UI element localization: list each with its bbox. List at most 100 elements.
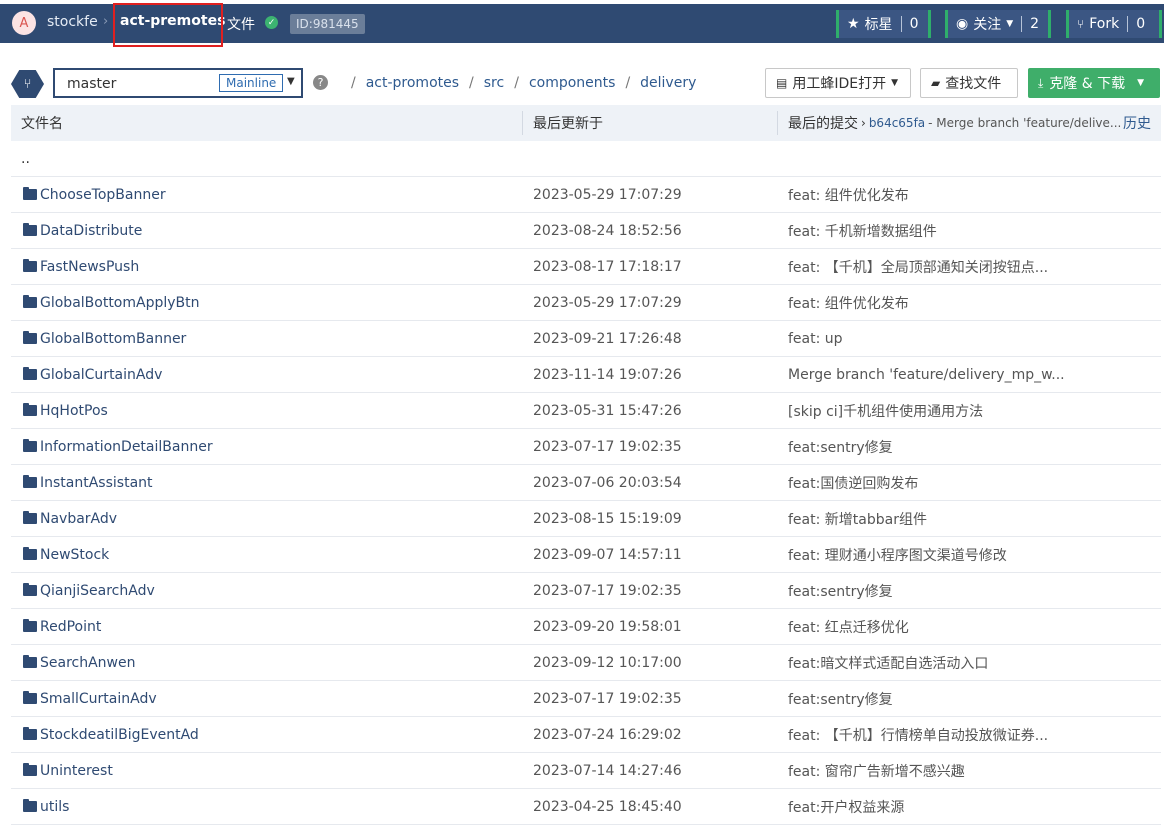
commit-message-link[interactable]: feat: 组件优化发布 xyxy=(788,293,909,313)
table-row[interactable]: ChooseTopBanner 2023-05-29 17:07:29 feat: … xyxy=(11,177,1161,213)
breadcrumb-section[interactable]: 文件 xyxy=(227,14,255,34)
commit-message-link[interactable]: feat: 组件优化发布 xyxy=(788,185,909,205)
folder-name-link[interactable]: InformationDetailBanner xyxy=(40,439,213,455)
find-file-button[interactable]: ▰ 查找文件 xyxy=(920,68,1018,98)
folder-name-link[interactable]: SearchAnwen xyxy=(40,655,135,671)
table-row[interactable]: GlobalBottomBanner 2023-09-21 17:26:48 fea… xyxy=(11,321,1161,357)
commit-message-link[interactable]: feat: 窗帘广告新增不感兴趣 xyxy=(788,761,965,781)
open-in-ide-button[interactable]: ▤ 用工蜂IDE打开 ▼ xyxy=(765,68,911,98)
table-row[interactable]: Uninterest 2023-07-14 14:27:46 feat: 窗帘广告新… xyxy=(11,753,1161,789)
commit-message-link[interactable]: feat:国债逆回购发布 xyxy=(788,473,918,493)
fork-count[interactable]: 0 xyxy=(1128,16,1153,32)
clone-download-button[interactable]: ⤓ 克隆 & 下载 ▼ xyxy=(1028,68,1160,98)
path-segment-src[interactable]: src xyxy=(484,75,504,91)
top-header: A stockfe › act-premotes 文件 ✓ ID:981445 … xyxy=(0,4,1164,43)
chevron-down-icon: ▼ xyxy=(1006,19,1014,29)
breadcrumb-repo[interactable]: act-premotes xyxy=(120,13,225,29)
folder-name-link[interactable]: InstantAssistant xyxy=(40,475,153,491)
star-button[interactable]: ★ 标星 0 xyxy=(836,10,931,38)
folder-name-link[interactable]: HqHotPos xyxy=(40,403,108,419)
parent-directory-link[interactable]: .. xyxy=(21,151,30,167)
table-row[interactable]: InstantAssistant 2023-07-06 20:03:54 feat:… xyxy=(11,465,1161,501)
last-updated: 2023-07-06 20:03:54 xyxy=(533,474,682,491)
folder-name-link[interactable]: GlobalBottomApplyBtn xyxy=(40,295,200,311)
project-avatar[interactable]: A xyxy=(12,11,36,35)
folder-icon xyxy=(23,367,37,380)
column-header-updated: 最后更新于 xyxy=(533,116,603,132)
commit-message-link[interactable]: Merge branch 'feature/delivery_mp_w... xyxy=(788,367,1065,383)
watch-button[interactable]: ◉ 关注 ▼ 2 xyxy=(945,10,1051,38)
table-row[interactable]: HqHotPos 2023-05-31 15:47:26 [skip ci]千机组件… xyxy=(11,393,1161,429)
branch-icon: ⑂ xyxy=(11,70,44,98)
folder-name-link[interactable]: Uninterest xyxy=(40,763,113,779)
path-segment-repo[interactable]: act-promotes xyxy=(366,75,459,91)
folder-name-link[interactable]: SmallCurtainAdv xyxy=(40,691,157,707)
open-in-ide-label: 用工蜂IDE打开 xyxy=(792,76,887,92)
help-icon[interactable]: ? xyxy=(313,75,328,90)
path-segment-components[interactable]: components xyxy=(529,75,616,91)
table-row[interactable]: GlobalCurtainAdv 2023-11-14 19:07:26 Merge… xyxy=(11,357,1161,393)
folder-icon xyxy=(23,619,37,632)
branch-selector[interactable]: master Mainline ▼ xyxy=(53,68,303,98)
commit-message-link[interactable]: feat:暗文样式适配自选活动入口 xyxy=(788,653,988,673)
last-updated: 2023-05-31 15:47:26 xyxy=(533,402,682,419)
folder-icon xyxy=(23,511,37,524)
find-file-label: 查找文件 xyxy=(945,76,1002,92)
table-row[interactable]: utils 2023-04-25 18:45:40 feat:开户权益来源 xyxy=(11,789,1161,825)
table-row[interactable]: InformationDetailBanner 2023-07-17 19:02:… xyxy=(11,429,1161,465)
commit-message-link[interactable]: feat:sentry修复 xyxy=(788,581,893,601)
commit-message-link[interactable]: [skip ci]千机组件使用通用方法 xyxy=(788,401,983,421)
folder-name-link[interactable]: QianjiSearchAdv xyxy=(40,583,155,599)
commit-message-link[interactable]: feat: 【千机】行情榜单自动投放微证券... xyxy=(788,725,1048,745)
folder-icon xyxy=(23,799,37,812)
mainline-badge: Mainline xyxy=(219,74,284,92)
folder-icon xyxy=(23,259,37,272)
table-row[interactable]: NewStock 2023-09-07 14:57:11 feat: 理财通小程序图… xyxy=(11,537,1161,573)
commit-message-link[interactable]: feat: 千机新增数据组件 xyxy=(788,221,937,241)
last-updated: 2023-11-14 19:07:26 xyxy=(533,366,682,383)
folder-name-link[interactable]: RedPoint xyxy=(40,619,101,635)
folder-name-link[interactable]: NewStock xyxy=(40,547,109,563)
commit-message-link[interactable]: feat: 理财通小程序图文渠道号修改 xyxy=(788,545,1007,565)
table-row[interactable]: NavbarAdv 2023-08-15 15:19:09 feat: 新增tabb… xyxy=(11,501,1161,537)
table-row[interactable]: QianjiSearchAdv 2023-07-17 19:02:35 feat:s… xyxy=(11,573,1161,609)
table-row[interactable]: SearchAnwen 2023-09-12 10:17:00 feat:暗文样式适… xyxy=(11,645,1161,681)
folder-name-link[interactable]: GlobalBottomBanner xyxy=(40,331,186,347)
folder-name-link[interactable]: utils xyxy=(40,799,69,815)
commit-message-link[interactable]: feat:sentry修复 xyxy=(788,437,893,457)
table-row[interactable]: SmallCurtainAdv 2023-07-17 19:02:35 feat:s… xyxy=(11,681,1161,717)
fork-button[interactable]: ⑂ Fork 0 xyxy=(1066,10,1162,38)
parent-directory-row[interactable]: .. xyxy=(11,141,1161,177)
table-row[interactable]: FastNewsPush 2023-08-17 17:18:17 feat: 【千机… xyxy=(11,249,1161,285)
path-segment-delivery[interactable]: delivery xyxy=(640,75,696,91)
last-updated: 2023-09-12 10:17:00 xyxy=(533,654,682,671)
folder-name-link[interactable]: NavbarAdv xyxy=(40,511,117,527)
chevron-right-icon: › xyxy=(861,116,866,130)
folder-name-link[interactable]: DataDistribute xyxy=(40,223,142,239)
folder-name-link[interactable]: GlobalCurtainAdv xyxy=(40,367,162,383)
history-link[interactable]: 历史 xyxy=(1123,113,1151,133)
folder-name-link[interactable]: FastNewsPush xyxy=(40,259,139,275)
commit-message-link[interactable]: feat: 红点迁移优化 xyxy=(788,617,909,637)
commit-message-link[interactable]: feat: up xyxy=(788,331,843,347)
table-row[interactable]: GlobalBottomApplyBtn 2023-05-29 17:07:29 f… xyxy=(11,285,1161,321)
clone-download-label: 克隆 & 下载 xyxy=(1049,76,1126,92)
folder-icon xyxy=(23,475,37,488)
table-row[interactable]: RedPoint 2023-09-20 19:58:01 feat: 红点迁移优化 xyxy=(11,609,1161,645)
table-row[interactable]: StockdeatilBigEventAd 2023-07-24 16:29:02… xyxy=(11,717,1161,753)
last-commit-hash[interactable]: b64c65fa xyxy=(869,116,925,130)
watch-count[interactable]: 2 xyxy=(1022,16,1047,32)
commit-message-link[interactable]: feat: 新增tabbar组件 xyxy=(788,509,927,529)
folder-name-link[interactable]: ChooseTopBanner xyxy=(40,187,166,203)
last-commit-message[interactable]: - Merge branch 'feature/delive... xyxy=(928,116,1121,130)
commit-message-link[interactable]: feat:sentry修复 xyxy=(788,689,893,709)
folder-name-link[interactable]: StockdeatilBigEventAd xyxy=(40,727,199,743)
breadcrumb-owner[interactable]: stockfe xyxy=(47,14,98,30)
commit-message-link[interactable]: feat:开户权益来源 xyxy=(788,797,904,817)
star-icon: ★ xyxy=(847,16,860,32)
star-count[interactable]: 0 xyxy=(902,16,927,32)
column-header-commit: 最后的提交 › b64c65fa - Merge branch 'feature… xyxy=(788,113,1133,133)
table-row[interactable]: DataDistribute 2023-08-24 18:52:56 feat: 千… xyxy=(11,213,1161,249)
commit-message-link[interactable]: feat: 【千机】全局顶部通知关闭按钮点... xyxy=(788,257,1048,277)
eye-icon: ◉ xyxy=(956,16,969,32)
